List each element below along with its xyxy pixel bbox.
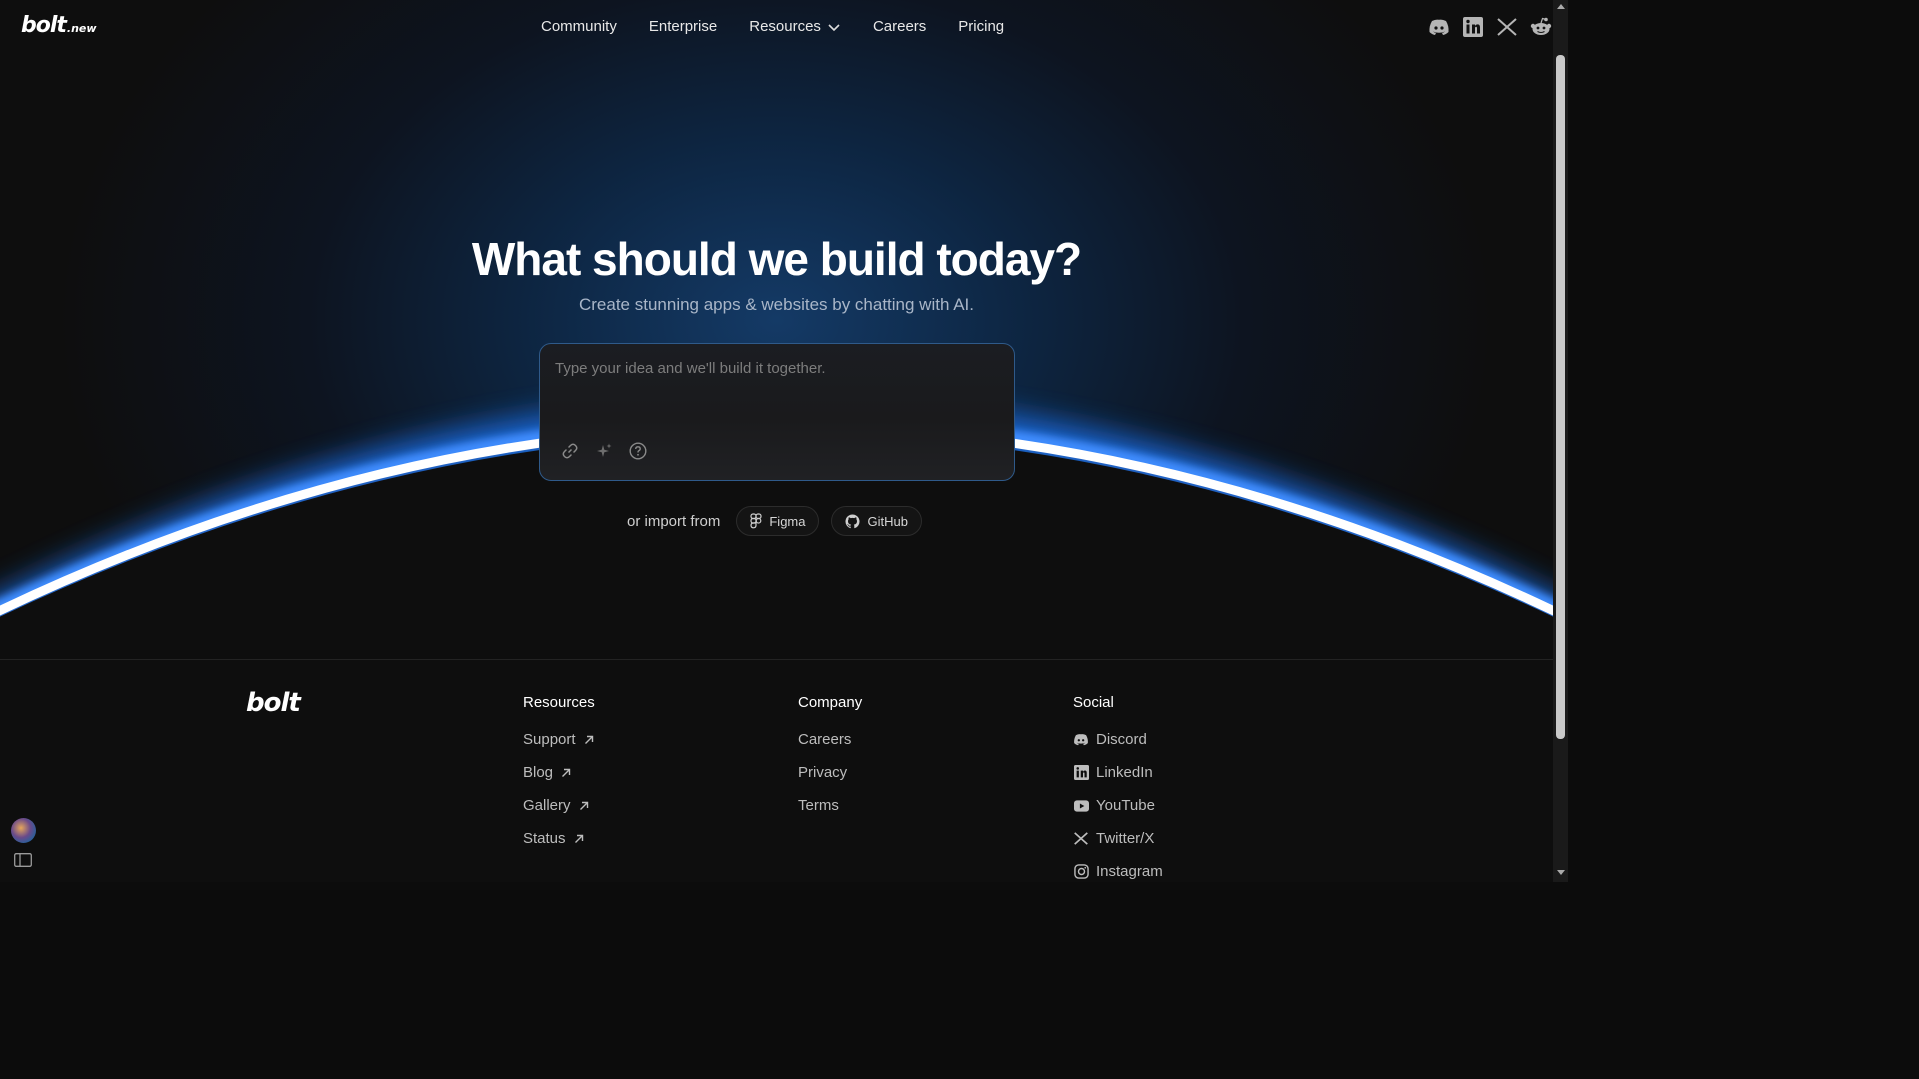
footer-link-label: Instagram [1096, 863, 1163, 880]
discord-icon[interactable] [1428, 16, 1450, 38]
footer-link-privacy[interactable]: Privacy [798, 756, 862, 789]
footer-link-instagram[interactable]: Instagram [1073, 855, 1163, 882]
nav-pricing[interactable]: Pricing [958, 18, 1004, 35]
footer-link-label: Privacy [798, 764, 848, 781]
footer-heading-company: Company [798, 694, 863, 711]
footer-link-blog[interactable]: Blog [523, 756, 595, 789]
sidebar-toggle-icon[interactable] [14, 853, 32, 867]
footer-link-youtube[interactable]: YouTube [1073, 789, 1163, 822]
import-github-button[interactable]: GitHub [831, 506, 922, 536]
footer-link-terms[interactable]: Terms [798, 789, 862, 822]
header-social-links [1428, 16, 1552, 38]
help-icon[interactable] [628, 441, 648, 461]
discord-icon [1073, 732, 1089, 748]
linkedin-icon [1073, 765, 1089, 781]
footer-link-careers[interactable]: Careers [798, 723, 862, 756]
footer-link-label: LinkedIn [1096, 764, 1153, 781]
logo-suffix: .new [66, 22, 97, 35]
sparkle-icon[interactable] [594, 441, 614, 461]
external-link-icon [574, 834, 583, 843]
footer-link-label: YouTube [1096, 797, 1155, 814]
nav-careers-label: Careers [872, 18, 927, 35]
top-navigation: bolt.new Community Enterprise Resources … [0, 0, 1553, 56]
link-icon[interactable] [560, 441, 580, 461]
footer-link-label: Blog [523, 764, 554, 781]
footer-column-company: Company Careers Privacy Terms [798, 694, 862, 822]
footer-link-label: Gallery [523, 797, 571, 814]
footer-link-discord[interactable]: Discord [1073, 723, 1163, 756]
planet-horizon-glow [0, 397, 1553, 660]
bolt-logo[interactable]: bolt.new [21, 13, 97, 38]
scroll-thumb[interactable] [1556, 55, 1565, 739]
nav-enterprise[interactable]: Enterprise [649, 18, 717, 35]
main-nav: Community Enterprise Resources Careers P… [541, 18, 1036, 35]
nav-careers[interactable]: Careers [873, 18, 926, 35]
external-link-icon [562, 768, 571, 777]
footer-column-social: Social Discord LinkedIn YouTube Twitter/… [1073, 694, 1163, 882]
footer-heading-social: Social [1073, 694, 1114, 711]
footer-link-twitter[interactable]: Twitter/X [1073, 822, 1163, 855]
youtube-icon [1073, 798, 1089, 814]
footer-link-status[interactable]: Status [523, 822, 595, 855]
footer-link-label: Terms [798, 797, 839, 814]
external-link-icon [579, 801, 588, 810]
github-icon [845, 513, 861, 528]
footer-column-resources: Resources Support Blog Gallery Status [523, 694, 595, 855]
nav-community-label: Community [541, 18, 617, 35]
nav-pricing-label: Pricing [958, 18, 1005, 35]
nav-enterprise-label: Enterprise [648, 18, 718, 35]
nav-resources-label: Resources [749, 18, 821, 35]
chevron-down-icon [828, 23, 840, 31]
scroll-down-arrow-icon[interactable] [1557, 870, 1565, 875]
scroll-up-arrow-icon[interactable] [1557, 4, 1565, 9]
figma-icon [750, 513, 762, 529]
figma-label: Figma [769, 513, 806, 529]
footer-link-label: Status [523, 830, 566, 847]
footer-logo[interactable]: bolt [246, 688, 301, 718]
import-figma-button[interactable]: Figma [736, 506, 820, 536]
user-avatar[interactable] [11, 818, 36, 843]
import-label: or import from [627, 512, 721, 530]
x-icon[interactable] [1496, 16, 1518, 38]
hero-background [0, 0, 1553, 660]
hero-subtitle: Create stunning apps & websites by chatt… [578, 295, 974, 314]
footer-link-label: Twitter/X [1096, 830, 1155, 847]
prompt-input[interactable] [555, 360, 995, 420]
logo-text: bolt [21, 13, 67, 38]
prompt-toolbar [560, 441, 648, 461]
import-row: or import from Figma GitHub [627, 506, 934, 536]
x-icon [1073, 831, 1089, 847]
hero-title: What should we build today? [471, 233, 1082, 285]
footer-divider [0, 659, 1553, 660]
github-label: GitHub [867, 513, 908, 529]
instagram-icon [1073, 864, 1089, 880]
prompt-box [539, 343, 1015, 481]
reddit-icon[interactable] [1530, 16, 1552, 38]
footer-link-label: Support [523, 731, 576, 748]
nav-community[interactable]: Community [541, 18, 617, 35]
footer-link-gallery[interactable]: Gallery [523, 789, 595, 822]
footer-heading-resources: Resources [523, 694, 595, 711]
page: bolt.new Community Enterprise Resources … [0, 0, 1553, 882]
nav-resources[interactable]: Resources [749, 18, 841, 35]
footer-link-linkedin[interactable]: LinkedIn [1073, 756, 1163, 789]
footer-link-label: Careers [798, 731, 852, 748]
linkedin-icon[interactable] [1462, 16, 1484, 38]
external-link-icon [584, 735, 593, 744]
page-scrollbar[interactable] [1553, 0, 1568, 882]
footer-link-label: Discord [1096, 731, 1147, 748]
footer-link-support[interactable]: Support [523, 723, 595, 756]
